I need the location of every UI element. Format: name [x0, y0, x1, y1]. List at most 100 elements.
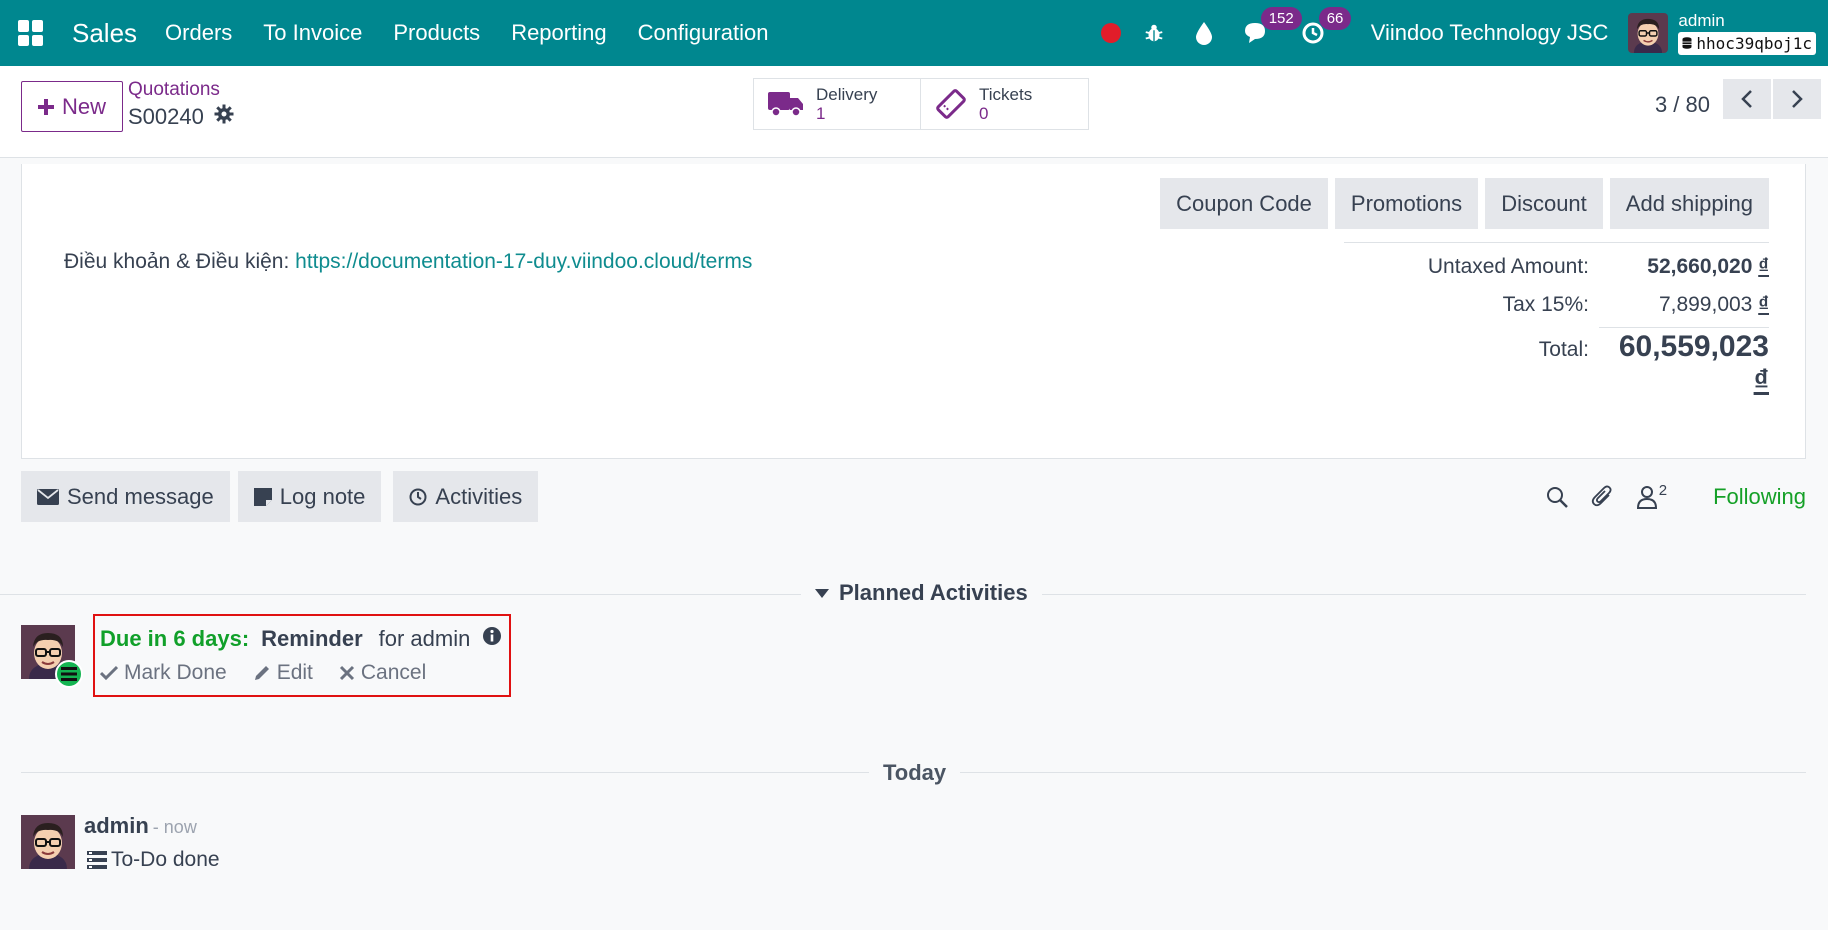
untaxed-amount-row: Untaxed Amount: 52,660,020 ₫ [1344, 255, 1769, 279]
activity-summary: Reminder [261, 626, 363, 651]
breadcrumb-quotations[interactable]: Quotations [128, 79, 220, 101]
add-shipping-button[interactable]: Add shipping [1609, 178, 1769, 229]
user-name: admin [1678, 10, 1725, 30]
database-badge: hhoc39qboj1c [1678, 31, 1816, 55]
untaxed-label: Untaxed Amount: [1427, 255, 1589, 278]
log-note-button[interactable]: Log note [237, 471, 382, 522]
messages-count-badge: 152 [1260, 7, 1302, 30]
message-body: To-Do done [87, 848, 220, 872]
terms-and-conditions: Điều khoản & Điều kiện: https://document… [64, 250, 752, 274]
message-date: - now [152, 817, 197, 837]
message-avatar[interactable] [21, 815, 75, 869]
coupon-code-button[interactable]: Coupon Code [1160, 178, 1328, 229]
followers-count: 2 [1658, 481, 1668, 499]
sticky-note-icon [253, 487, 272, 506]
user-icon [1636, 486, 1657, 509]
cancel-activity-button[interactable]: Cancel [339, 661, 426, 685]
todo-icon [87, 851, 107, 869]
close-icon [339, 665, 354, 681]
message-author[interactable]: admin [84, 813, 149, 838]
paperclip-icon[interactable] [1591, 485, 1615, 509]
menu-products[interactable]: Products [393, 20, 480, 46]
tax-label: Tax 15%: [1502, 293, 1589, 316]
tickets-smart-button[interactable]: Tickets 0 [921, 78, 1089, 130]
database-name: hhoc39qboj1c [1696, 33, 1812, 53]
debug-icon[interactable] [1143, 22, 1165, 44]
delivery-label: Delivery [816, 85, 878, 104]
menu-reporting[interactable]: Reporting [511, 20, 606, 46]
activities-count-badge: 66 [1318, 7, 1352, 30]
followers-button[interactable]: 2 [1636, 481, 1668, 509]
total-row: Total: 60,559,023 ₫ [1344, 327, 1769, 398]
activity-due: Due in 6 days: [100, 626, 250, 651]
top-navbar: Sales Orders To Invoice Products Reporti… [0, 0, 1828, 66]
chatter-topbar: Send message Log note Activities [21, 471, 539, 522]
menu-configuration[interactable]: Configuration [638, 20, 769, 46]
tickets-label: Tickets [979, 85, 1033, 104]
activities-button[interactable]: Activities [393, 471, 539, 522]
form-sheet: Coupon Code Promotions Discount Add ship… [21, 164, 1806, 459]
app-name[interactable]: Sales [72, 18, 137, 49]
mark-done-button[interactable]: Mark Done [100, 661, 227, 685]
today-separator: Today [869, 760, 961, 786]
tax-value: 7,899,003 ₫ [1658, 293, 1769, 316]
menu-to-invoice[interactable]: To Invoice [263, 20, 362, 46]
activity-header: Due in 6 days: Reminder for admin [100, 626, 502, 652]
terms-label: Điều khoản & Điều kiện: [64, 250, 296, 273]
user-avatar[interactable] [1628, 13, 1668, 53]
new-button-label: New [61, 93, 106, 119]
apps-menu-icon[interactable] [18, 20, 44, 46]
menu-orders[interactable]: Orders [165, 20, 232, 46]
activities-clock-icon[interactable]: 66 [1301, 7, 1352, 45]
theme-drop-icon[interactable] [1195, 21, 1213, 45]
edit-activity-button[interactable]: Edit [253, 661, 313, 685]
tickets-count: 0 [979, 104, 989, 123]
pager-next-button[interactable] [1773, 79, 1821, 119]
activity-assignee: for admin [378, 626, 471, 651]
smart-buttons: Delivery 1 Tickets 0 [753, 78, 1089, 130]
record-name: S00240 [128, 104, 204, 129]
delivery-count: 1 [816, 104, 826, 123]
breadcrumb-current: S00240 [128, 104, 234, 130]
planned-activity-item: Due in 6 days: Reminder for admin Mark D… [93, 614, 511, 697]
company-switcher[interactable]: Viindoo Technology JSC [1371, 20, 1609, 46]
ticket-icon [936, 89, 966, 119]
following-button[interactable]: Following [1713, 484, 1806, 510]
new-button[interactable]: New [21, 81, 123, 132]
send-message-button[interactable]: Send message [21, 471, 230, 522]
gear-icon[interactable] [214, 104, 234, 130]
clock-icon [409, 488, 427, 505]
chevron-left-icon [1741, 90, 1752, 108]
terms-link[interactable]: https://documentation-17-duy.viindoo.clo… [295, 250, 752, 273]
order-totals: Untaxed Amount: 52,660,020 ₫ Tax 15%: 7,… [1344, 242, 1769, 398]
database-icon [1682, 37, 1692, 49]
user-menu[interactable]: admin hhoc39qboj1c [1678, 10, 1816, 55]
search-icon[interactable] [1545, 485, 1569, 509]
pencil-icon [254, 666, 269, 680]
message-text: To-Do done [111, 848, 220, 871]
total-label: Total: [1538, 338, 1589, 361]
order-action-buttons: Coupon Code Promotions Discount Add ship… [1160, 178, 1769, 229]
messages-icon[interactable]: 152 [1243, 7, 1302, 45]
planned-activities-toggle[interactable]: Planned Activities [801, 580, 1042, 606]
delivery-smart-button[interactable]: Delivery 1 [753, 78, 921, 130]
caret-down-icon [815, 588, 829, 598]
info-icon[interactable] [482, 626, 502, 652]
check-icon [100, 665, 118, 681]
promotions-button[interactable]: Promotions [1334, 178, 1479, 229]
todo-icon [55, 660, 83, 688]
record-indicator-icon[interactable] [1100, 23, 1121, 43]
message-header: admin - now [84, 813, 197, 839]
control-panel: New Quotations S00240 Delivery 1 Tickets… [0, 66, 1828, 158]
tax-row: Tax 15%: 7,899,003 ₫ [1344, 293, 1769, 317]
untaxed-value: 52,660,020 ₫ [1647, 255, 1769, 278]
activity-actions: Mark Done Edit Cancel [100, 661, 426, 685]
pager-previous-button[interactable] [1723, 79, 1771, 119]
pager-value[interactable]: 3 / 80 [1655, 86, 1710, 124]
total-value: 60,559,023 ₫ [1599, 327, 1769, 398]
discount-button[interactable]: Discount [1485, 178, 1603, 229]
truck-icon [768, 92, 803, 117]
chevron-right-icon [1792, 90, 1803, 108]
navbar-systray: 152 66 Viindoo Technology JSC admin hhoc… [1100, 0, 1816, 66]
chatter-tools: 2 Following [1545, 476, 1806, 518]
